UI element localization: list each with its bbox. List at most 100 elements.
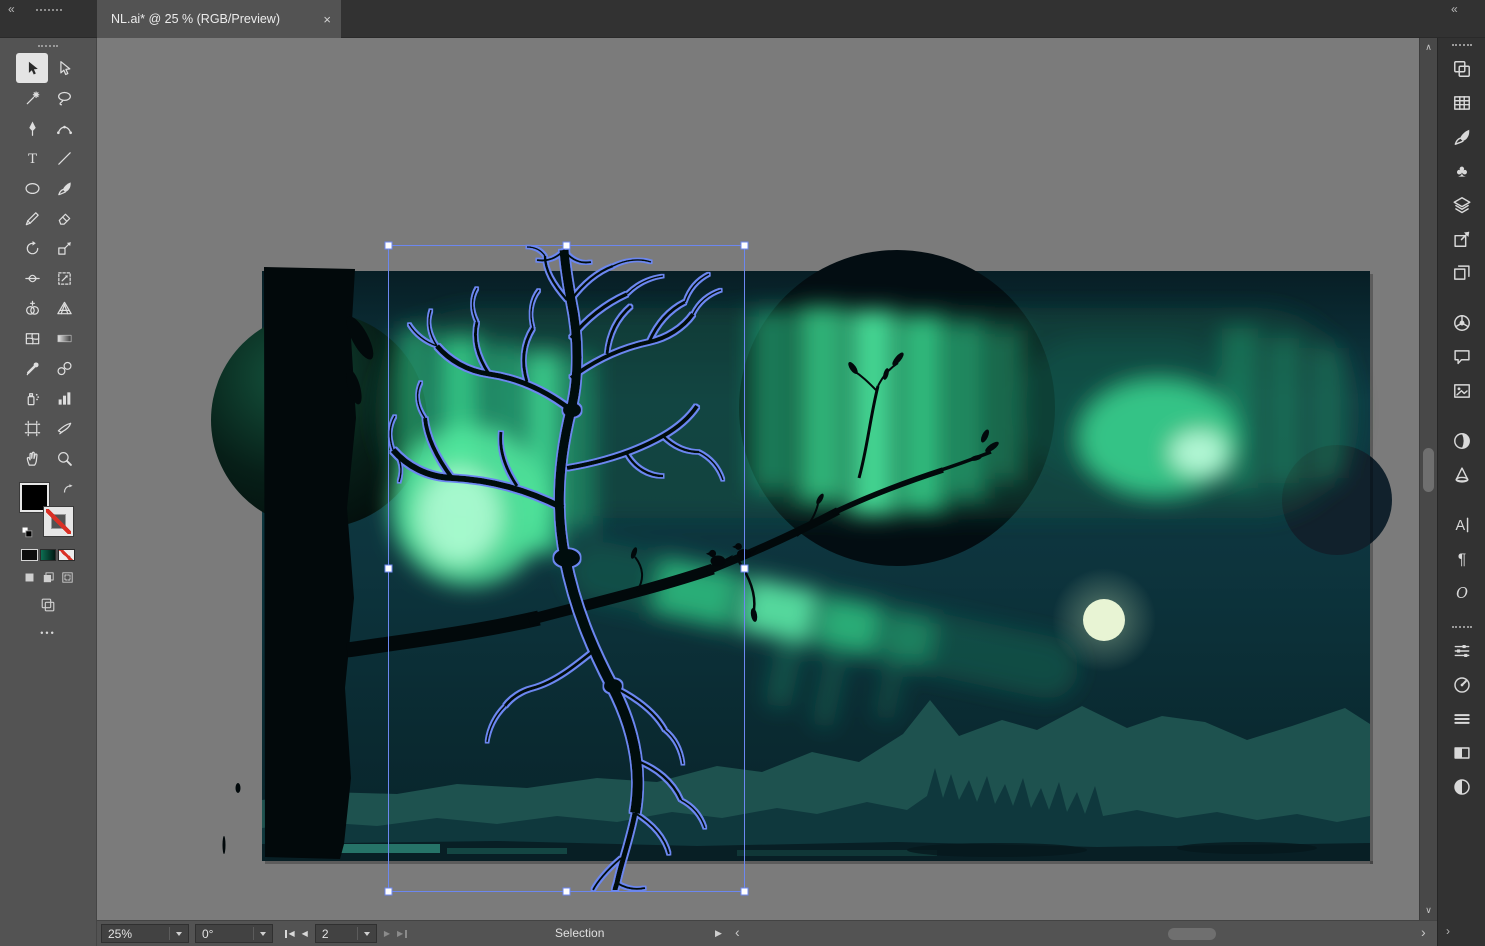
curvature-icon: [56, 125, 72, 134]
chevron-down-icon: [260, 931, 266, 936]
scroll-up-icon[interactable]: ∧: [1420, 42, 1437, 53]
canvas-area[interactable]: [97, 38, 1419, 920]
paragraph-icon: ¶: [1457, 552, 1465, 569]
curvature-tool[interactable]: [48, 113, 80, 143]
arrow-open-icon: [59, 60, 70, 75]
scroll-down-icon[interactable]: ∨: [1420, 905, 1437, 916]
line-segment-tool[interactable]: [48, 143, 80, 173]
selection-handle[interactable]: [384, 887, 393, 896]
zoom-level-select[interactable]: 25%: [101, 924, 189, 943]
dock-group: [1438, 634, 1485, 804]
status-menu-icon[interactable]: ▶: [715, 928, 722, 939]
width-tool[interactable]: [16, 263, 48, 293]
selection-handle[interactable]: [740, 241, 749, 250]
mesh-tool[interactable]: [16, 323, 48, 353]
zoom-tool[interactable]: [48, 443, 80, 473]
panel-asset-export[interactable]: [1438, 222, 1485, 256]
free-transform-tool[interactable]: [48, 263, 80, 293]
pencil-tool[interactable]: [16, 203, 48, 233]
shape-builder-tool[interactable]: [16, 293, 48, 323]
selection-handle[interactable]: [384, 241, 393, 250]
panel-layers[interactable]: [1438, 188, 1485, 222]
selection-handle[interactable]: [562, 887, 571, 896]
panel-materials[interactable]: [1438, 458, 1485, 492]
selection-tool[interactable]: [16, 53, 48, 83]
none-fill-button[interactable]: [58, 549, 76, 561]
symbol-sprayer-tool[interactable]: [16, 383, 48, 413]
panel-symbols[interactable]: ♣: [1438, 154, 1485, 188]
paintbrush-tool[interactable]: [48, 173, 80, 203]
collapse-toolbox-icon[interactable]: «: [8, 2, 15, 16]
collapse-dock-icon[interactable]: «: [1451, 2, 1458, 16]
hand-tool[interactable]: [16, 443, 48, 473]
panel-transparency[interactable]: [1438, 770, 1485, 804]
last-artboard-button[interactable]: ▶: [397, 929, 407, 938]
panel-artboards[interactable]: [1438, 256, 1485, 290]
stroke-color-swatch[interactable]: [43, 506, 74, 537]
panel-color-guide[interactable]: [1438, 424, 1485, 458]
color-fill-button[interactable]: [21, 549, 38, 561]
panel-links[interactable]: [1438, 374, 1485, 408]
horizontal-scroll-thumb[interactable]: [1168, 928, 1216, 940]
draw-behind-icon[interactable]: [42, 571, 55, 584]
hscroll-right-icon[interactable]: ›: [1421, 924, 1426, 940]
slice-tool[interactable]: [48, 413, 80, 443]
perspective-grid-tool[interactable]: [48, 293, 80, 323]
artboard-tool[interactable]: [16, 413, 48, 443]
direct-selection-tool[interactable]: [48, 53, 80, 83]
close-tab-icon[interactable]: ×: [323, 12, 331, 27]
panel-swatches[interactable]: [1438, 86, 1485, 120]
selection-handle[interactable]: [562, 241, 571, 250]
panel-rotate-view[interactable]: [1438, 668, 1485, 702]
previous-artboard-button[interactable]: ◀: [302, 929, 308, 938]
canvas-artwork[interactable]: [97, 38, 1419, 920]
hscroll-left-icon[interactable]: ‹: [735, 924, 740, 940]
panel-comments[interactable]: [1438, 340, 1485, 374]
panel-brushes[interactable]: [1438, 120, 1485, 154]
rotation-select[interactable]: 0°: [195, 924, 273, 943]
panel-paragraph[interactable]: ¶: [1438, 542, 1485, 576]
rightdock-icons: ♣ A ¶ O: [1438, 52, 1485, 804]
pen-tool[interactable]: [16, 113, 48, 143]
scale-tool[interactable]: [48, 233, 80, 263]
panel-opentype[interactable]: O: [1438, 576, 1485, 610]
selection-handle[interactable]: [384, 564, 393, 573]
selection-handle[interactable]: [740, 564, 749, 573]
swap-fill-stroke-icon[interactable]: [63, 484, 75, 496]
dock-scroll-icon[interactable]: ›: [1446, 924, 1450, 938]
first-artboard-button[interactable]: ◀: [285, 929, 295, 938]
rotate-tool[interactable]: [16, 233, 48, 263]
artboard-number-select[interactable]: 2: [314, 924, 377, 943]
next-artboard-button[interactable]: ▶: [384, 929, 390, 938]
toolbox-more-button[interactable]: •••: [0, 628, 96, 638]
panel-plugins[interactable]: [1438, 52, 1485, 86]
swatch-grid-icon: [1453, 96, 1470, 110]
selection-handle[interactable]: [740, 887, 749, 896]
type-tool[interactable]: T: [16, 143, 48, 173]
gradient-tool[interactable]: [48, 323, 80, 353]
lasso-tool[interactable]: [48, 83, 80, 113]
panel-gradient-panel[interactable]: [1438, 736, 1485, 770]
gradient-fill-button[interactable]: [39, 549, 57, 561]
panel-character[interactable]: A: [1438, 508, 1485, 542]
screen-mode-button[interactable]: [0, 597, 96, 613]
eraser-tool[interactable]: [48, 203, 80, 233]
vertical-scroll-thumb[interactable]: [1423, 448, 1434, 492]
panel-properties[interactable]: [1438, 634, 1485, 668]
document-tab[interactable]: NL.ai* @ 25 % (RGB/Preview) ×: [97, 0, 341, 38]
blend-tool[interactable]: [48, 353, 80, 383]
dock-group: A ¶ O: [1438, 508, 1485, 610]
column-graph-tool[interactable]: [48, 383, 80, 413]
draw-inside-icon[interactable]: [61, 571, 74, 584]
chevron-down-icon: [176, 931, 182, 936]
panel-align[interactable]: [1438, 702, 1485, 736]
brush-icon: [57, 181, 71, 195]
draw-normal-icon[interactable]: [23, 571, 36, 584]
ellipse-tool[interactable]: [16, 173, 48, 203]
default-colors-icon[interactable]: [21, 526, 34, 539]
eyedropper-tool[interactable]: [16, 353, 48, 383]
magic-wand-tool[interactable]: [16, 83, 48, 113]
tools-grid: T: [0, 53, 96, 473]
panel-color[interactable]: [1438, 306, 1485, 340]
vertical-scrollbar[interactable]: ∧ ∨: [1419, 38, 1437, 920]
